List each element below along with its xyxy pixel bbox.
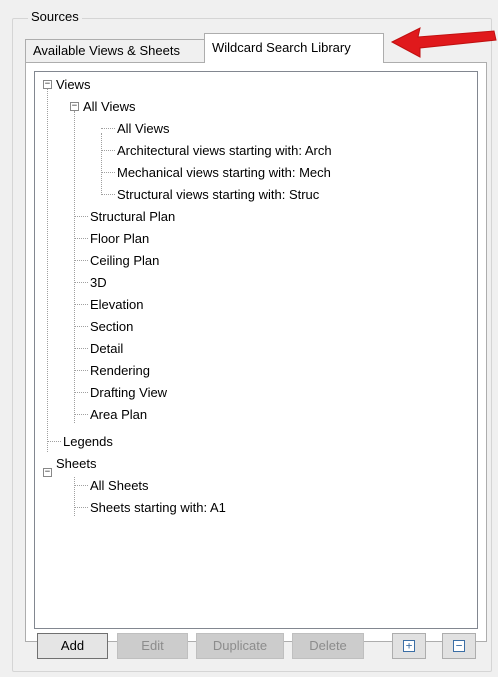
- tree-connector: [74, 414, 88, 415]
- tree-connector: [101, 133, 102, 195]
- tree-node-area-plan[interactable]: Area Plan: [90, 405, 147, 425]
- collapse-views-icon[interactable]: −: [43, 80, 52, 89]
- tree-node-floor-plan[interactable]: Floor Plan: [90, 229, 149, 249]
- collapse-all-icon: −: [453, 640, 465, 652]
- tree-node-structural-plan[interactable]: Structural Plan: [90, 207, 175, 227]
- tree-connector: [74, 111, 75, 423]
- tree-connector: [74, 485, 88, 486]
- tree-connector: [47, 89, 48, 452]
- sources-group-title: Sources: [28, 9, 82, 25]
- edit-button[interactable]: Edit: [117, 633, 188, 659]
- tab-wildcard-search-library[interactable]: Wildcard Search Library: [204, 33, 384, 63]
- tree-node-legends[interactable]: Legends: [63, 432, 113, 452]
- duplicate-button[interactable]: Duplicate: [196, 633, 284, 659]
- collapse-all-button[interactable]: −: [442, 633, 476, 659]
- tree-node-ceiling-plan[interactable]: Ceiling Plan: [90, 251, 159, 271]
- tree-node-all-views-group[interactable]: All Views: [83, 97, 136, 117]
- sources-panel: Sources Available Views & Sheets Wildcar…: [0, 0, 498, 677]
- expand-all-icon: +: [403, 640, 415, 652]
- tree-connector: [101, 150, 115, 151]
- collapse-sheets-icon[interactable]: −: [43, 468, 52, 477]
- tree-connector: [74, 282, 88, 283]
- tree-node-all-views[interactable]: All Views: [117, 119, 170, 139]
- expand-all-button[interactable]: +: [392, 633, 426, 659]
- tree-node-rendering[interactable]: Rendering: [90, 361, 150, 381]
- tree-connector: [74, 304, 88, 305]
- tree-connector: [74, 392, 88, 393]
- tree-connector: [74, 238, 88, 239]
- tree-node-3d[interactable]: 3D: [90, 273, 107, 293]
- tree-node-all-sheets[interactable]: All Sheets: [90, 476, 149, 496]
- tree-connector: [74, 507, 88, 508]
- tab-available-views-sheets[interactable]: Available Views & Sheets: [25, 39, 205, 63]
- tree-node-structural-views[interactable]: Structural views starting with: Struc: [117, 185, 319, 205]
- tree-connector: [74, 216, 88, 217]
- red-arrow-annotation: [390, 27, 497, 58]
- tree-node-sheets-a1[interactable]: Sheets starting with: A1: [90, 498, 226, 518]
- tree-node-drafting-view[interactable]: Drafting View: [90, 383, 167, 403]
- tree-connector: [74, 370, 88, 371]
- sources-tree[interactable]: − − − Views All Views All Views Architec…: [34, 71, 478, 629]
- tree-connector: [74, 326, 88, 327]
- tree-node-architectural[interactable]: Architectural views starting with: Arch: [117, 141, 332, 161]
- tree-node-mechanical[interactable]: Mechanical views starting with: Mech: [117, 163, 331, 183]
- tree-connector: [74, 477, 75, 516]
- tree-node-views[interactable]: Views: [56, 75, 90, 95]
- tree-connector: [101, 194, 115, 195]
- add-button[interactable]: Add: [37, 633, 108, 659]
- arrow-shape: [390, 27, 497, 58]
- tree-connector: [101, 172, 115, 173]
- tree-connector: [101, 128, 115, 129]
- tree-node-detail[interactable]: Detail: [90, 339, 123, 359]
- collapse-all-views-icon[interactable]: −: [70, 102, 79, 111]
- tree-node-sheets[interactable]: Sheets: [56, 454, 96, 474]
- tree-node-section[interactable]: Section: [90, 317, 133, 337]
- tree-connector: [74, 348, 88, 349]
- delete-button[interactable]: Delete: [292, 633, 364, 659]
- tree-connector: [74, 260, 88, 261]
- tree-node-elevation[interactable]: Elevation: [90, 295, 143, 315]
- tree-connector: [47, 441, 61, 442]
